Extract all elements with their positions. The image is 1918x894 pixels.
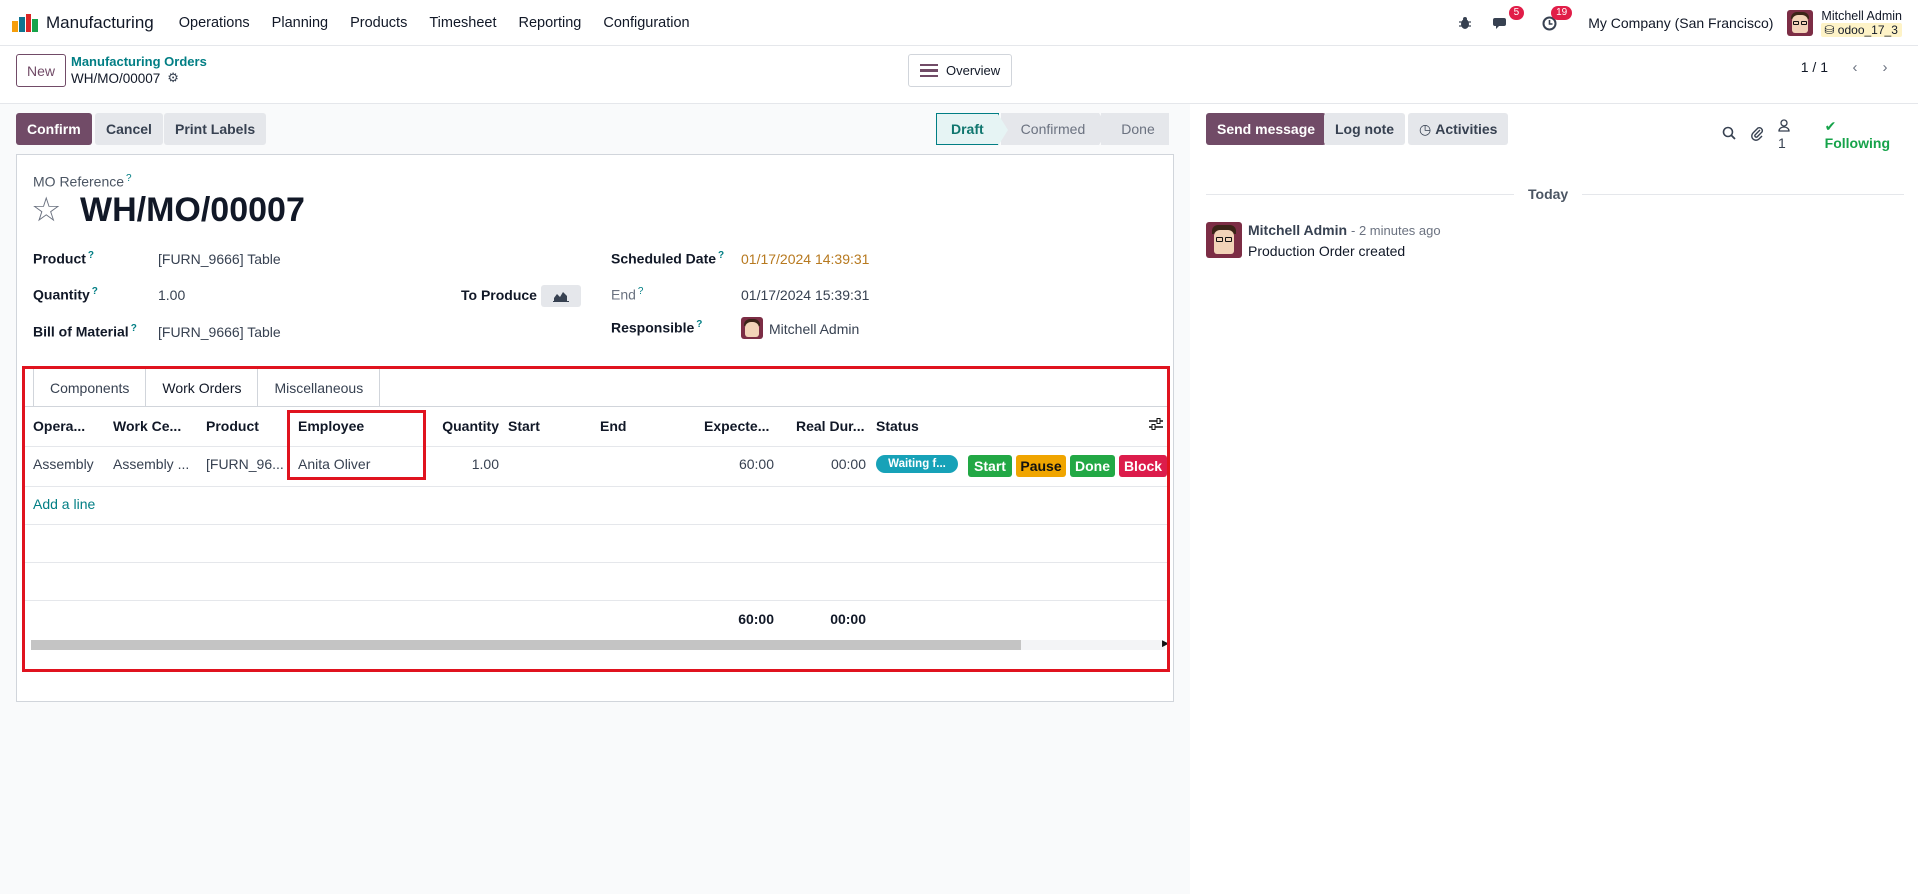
overview-button[interactable]: Overview — [908, 54, 1013, 87]
record-name: WH/MO/00007 — [71, 70, 161, 86]
chat-icon[interactable]: 5 — [1490, 6, 1525, 34]
status-bar: Draft Confirmed Done — [936, 113, 1171, 146]
user-avatar[interactable] — [1787, 10, 1814, 36]
menu-reporting[interactable]: Reporting — [508, 15, 593, 31]
menu-icon — [920, 63, 938, 78]
chatter-toolbar: 1 ✔ Following — [1722, 118, 1918, 151]
star-icon[interactable]: ☆ — [31, 193, 61, 227]
app-logo[interactable]: Manufacturing — [12, 13, 154, 33]
bill-of-material-field[interactable]: [FURN_9666] Table — [158, 324, 281, 340]
end-label: End? — [611, 286, 644, 303]
highlight-frame-notebook — [22, 366, 1170, 672]
menu-products[interactable]: Products — [339, 15, 418, 31]
activities-badge: 19 — [1551, 6, 1573, 20]
user-name: Mitchell Admin — [1821, 9, 1902, 23]
menu-operations[interactable]: Operations — [168, 15, 261, 31]
user-icon — [1778, 118, 1790, 135]
clock-icon: ◷ — [1419, 120, 1432, 137]
followers-button[interactable]: 1 — [1778, 118, 1815, 151]
forecast-chart-icon[interactable] — [541, 285, 581, 307]
menu-timesheet[interactable]: Timesheet — [418, 15, 507, 31]
activities-label: Activities — [1435, 121, 1498, 137]
menu-configuration[interactable]: Configuration — [592, 15, 700, 31]
message-author-avatar[interactable] — [1206, 222, 1242, 258]
pager: 1 / 1 ‹ › — [1801, 56, 1900, 78]
top-navbar: Manufacturing Operations Planning Produc… — [0, 0, 1918, 46]
activities-button[interactable]: ◷ Activities — [1408, 113, 1509, 145]
highlight-frame-employee — [287, 410, 426, 480]
menu-planning[interactable]: Planning — [261, 15, 339, 31]
end-date-field[interactable]: 01/17/2024 15:39:31 — [741, 287, 869, 303]
stage-draft[interactable]: Draft — [936, 113, 1008, 146]
app-name[interactable]: Manufacturing — [46, 13, 154, 33]
message-body: Production Order created — [1248, 243, 1406, 259]
following-button[interactable]: ✔ Following — [1825, 118, 1904, 151]
paperclip-icon[interactable] — [1750, 126, 1764, 144]
confirm-button[interactable]: Confirm — [16, 113, 92, 145]
cancel-button[interactable]: Cancel — [95, 113, 163, 145]
messages-badge: 5 — [1508, 6, 1525, 20]
stage-done[interactable]: Done — [1101, 113, 1169, 145]
breadcrumb-manufacturing-orders[interactable]: Manufacturing Orders — [71, 54, 207, 69]
scheduled-date-label: Scheduled Date? — [611, 250, 725, 267]
followers-count: 1 — [1778, 134, 1786, 151]
stage-confirmed[interactable]: Confirmed — [1000, 113, 1109, 145]
responsible-avatar — [741, 317, 763, 339]
print-labels-button[interactable]: Print Labels — [164, 113, 267, 145]
product-field[interactable]: [FURN_9666] Table — [158, 251, 281, 267]
date-separator: Today — [1514, 186, 1583, 202]
log-note-button[interactable]: Log note — [1324, 113, 1406, 145]
responsible-field[interactable]: Mitchell Admin — [769, 321, 859, 337]
responsible-label: Responsible? — [611, 319, 703, 336]
chevron-left-icon[interactable]: ‹ — [1840, 56, 1870, 78]
database-name: ⛁ odoo_17_3 — [1821, 23, 1902, 37]
mo-reference-title: WH/MO/00007 — [80, 191, 305, 229]
message-timestamp: - 2 minutes ago — [1351, 223, 1441, 238]
main-menu: Operations Planning Products Timesheet R… — [168, 15, 701, 31]
message-author[interactable]: Mitchell Admin — [1248, 222, 1347, 238]
bug-icon[interactable] — [1454, 12, 1476, 34]
overview-label: Overview — [946, 63, 1001, 78]
clock-icon[interactable]: 19 — [1538, 6, 1573, 34]
bill-of-material-label: Bill of Material? — [33, 323, 137, 340]
gear-icon[interactable]: ⚙ — [167, 70, 179, 86]
quantity-label: Quantity? — [33, 286, 98, 303]
product-label: Product? — [33, 250, 94, 267]
pager-value[interactable]: 1 / 1 — [1801, 59, 1828, 75]
new-button[interactable]: New — [16, 54, 67, 87]
breadcrumb-current: WH/MO/00007 ⚙ — [71, 70, 179, 86]
user-menu[interactable]: Mitchell Admin ⛁ odoo_17_3 — [1821, 9, 1902, 37]
mo-reference-label: MO Reference? — [33, 173, 132, 190]
to-produce-label: To Produce — [461, 287, 537, 303]
send-message-button[interactable]: Send message — [1206, 113, 1327, 145]
quantity-field[interactable]: 1.00 — [158, 287, 185, 303]
scheduled-date-field[interactable]: 01/17/2024 14:39:31 — [741, 251, 869, 267]
manufacturing-app-icon — [12, 13, 38, 32]
company-switcher[interactable]: My Company (San Francisco) — [1588, 15, 1773, 31]
search-icon[interactable] — [1722, 126, 1736, 143]
chevron-right-icon[interactable]: › — [1870, 56, 1900, 78]
navbar-systray: 5 19 My Company (San Francisco) Mitchell… — [1440, 0, 1902, 46]
